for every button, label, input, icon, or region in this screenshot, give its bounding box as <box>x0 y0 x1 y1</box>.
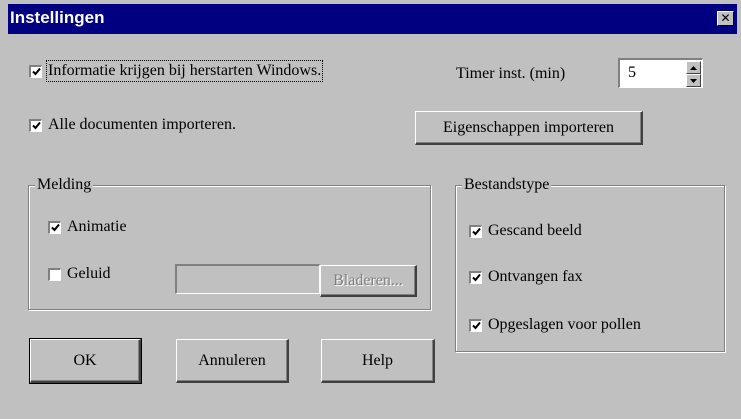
filetype-scanned-label: Gescand beeld <box>488 222 582 239</box>
check-icon <box>31 121 41 130</box>
sound-label: Geluid <box>67 265 111 282</box>
checkbox-box[interactable] <box>469 270 482 284</box>
filetype-legend: Bestandstype <box>462 176 552 194</box>
cancel-button[interactable]: Annuleren <box>176 339 289 383</box>
filetype-fax-checkbox[interactable]: Ontvangen fax <box>469 268 583 286</box>
help-button[interactable]: Help <box>321 339 435 383</box>
spin-up-button[interactable] <box>686 61 701 74</box>
animation-label: Animatie <box>67 218 127 235</box>
timer-label: Timer inst. (min) <box>456 65 566 82</box>
timer-value[interactable]: 5 <box>628 64 636 82</box>
filetype-scanned-checkbox[interactable]: Gescand beeld <box>469 222 582 240</box>
triangle-up-icon <box>690 65 697 70</box>
close-icon: ✕ <box>720 11 731 25</box>
import-all-label: Alle documenten importeren. <box>48 116 236 133</box>
check-icon <box>31 67 41 76</box>
checkbox-box[interactable] <box>48 220 61 234</box>
import-properties-button[interactable]: Eigenschappen importeren <box>415 111 643 145</box>
info-restart-checkbox[interactable]: Informatie krijgen bij herstarten Window… <box>29 60 324 82</box>
filetype-fax-label: Ontvangen fax <box>488 268 583 285</box>
notification-legend: Melding <box>35 176 94 194</box>
check-icon <box>471 273 481 282</box>
check-icon <box>50 223 60 232</box>
close-button[interactable]: ✕ <box>717 11 734 26</box>
check-icon <box>471 227 481 236</box>
checkbox-box[interactable] <box>29 64 42 78</box>
title-bar[interactable]: Instellingen ✕ <box>8 4 737 34</box>
sound-checkbox[interactable]: Geluid <box>48 265 111 283</box>
filetype-polling-label: Opgeslagen voor pollen <box>488 316 641 333</box>
browse-label: Bladeren... <box>333 271 403 289</box>
window-title: Instellingen <box>10 8 105 27</box>
import-all-checkbox[interactable]: Alle documenten importeren. <box>29 116 236 134</box>
check-icon <box>471 321 481 330</box>
timer-spinner[interactable]: 5 <box>618 58 703 88</box>
animation-checkbox[interactable]: Animatie <box>48 218 127 236</box>
help-label: Help <box>361 351 394 369</box>
import-properties-label: Eigenschappen importeren <box>442 118 615 136</box>
sound-path-input[interactable] <box>175 264 320 294</box>
ok-button[interactable]: OK <box>29 338 142 384</box>
ok-label: OK <box>73 351 97 369</box>
filetype-polling-checkbox[interactable]: Opgeslagen voor pollen <box>469 316 641 334</box>
spinner-buttons <box>686 61 701 87</box>
spin-down-button[interactable] <box>686 74 701 87</box>
settings-dialog: Instellingen ✕ Informatie krijgen bij he… <box>0 0 741 419</box>
checkbox-box[interactable] <box>48 267 61 281</box>
checkbox-box[interactable] <box>469 224 482 238</box>
checkbox-box[interactable] <box>29 118 42 132</box>
browse-button[interactable]: Bladeren... <box>320 265 417 297</box>
cancel-label: Annuleren <box>198 351 266 369</box>
checkbox-box[interactable] <box>469 318 482 332</box>
triangle-down-icon <box>690 78 697 83</box>
info-restart-label: Informatie krijgen bij herstarten Window… <box>45 60 324 82</box>
